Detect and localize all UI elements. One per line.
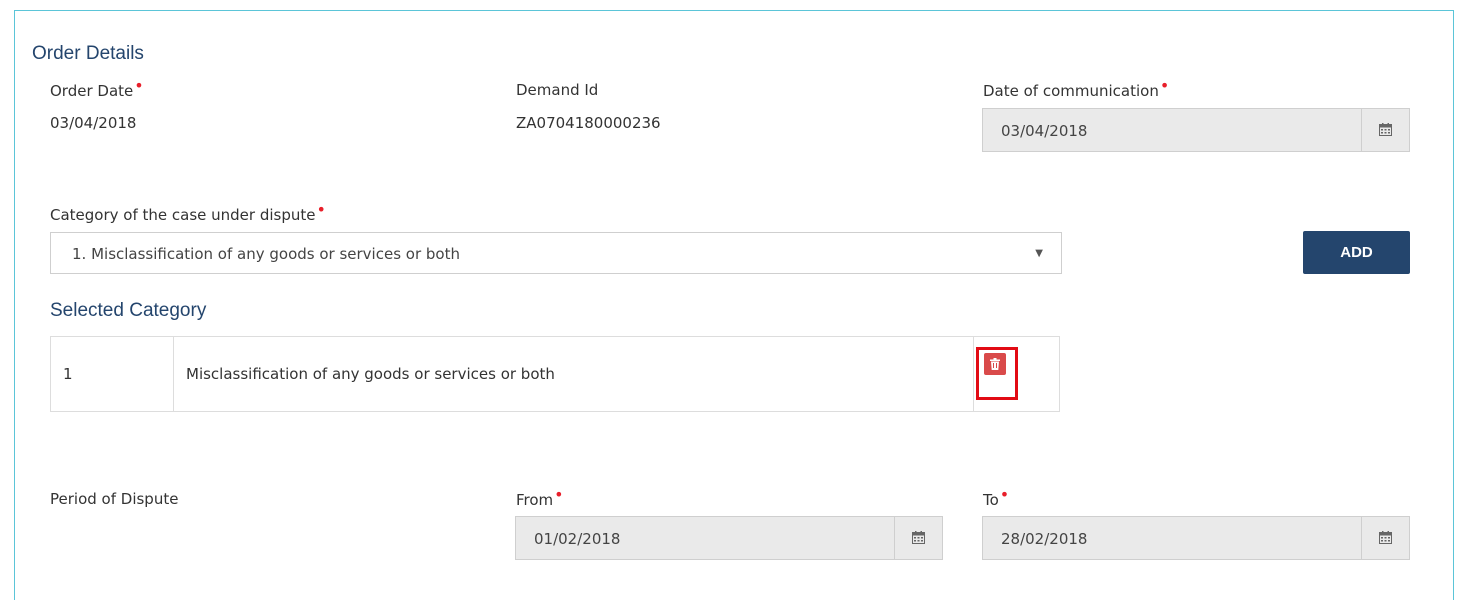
date-of-communication-field[interactable]: 03/04/2018 (982, 108, 1410, 152)
required-marker: • (1159, 76, 1170, 95)
demand-id-value: ZA0704180000236 (516, 114, 661, 132)
table-row: 1 Misclassification of any goods or serv… (50, 336, 1060, 412)
required-marker: • (316, 200, 326, 219)
date-of-communication-label: Date of communication• (983, 76, 1170, 100)
row-description: Misclassification of any goods or servic… (173, 336, 974, 412)
date-of-communication-value: 03/04/2018 (1001, 122, 1088, 140)
from-date-calendar-button[interactable] (894, 517, 942, 559)
required-marker: • (134, 76, 144, 95)
from-date-field[interactable]: 01/02/2018 (515, 516, 943, 560)
required-marker: • (554, 485, 564, 504)
from-label: From• (516, 485, 564, 509)
required-marker: • (999, 485, 1010, 504)
category-select[interactable]: 1. Misclassification of any goods or ser… (50, 232, 1062, 274)
calendar-icon (1379, 531, 1392, 544)
selected-category-table: 1 Misclassification of any goods or serv… (50, 336, 1060, 412)
to-date-calendar-button[interactable] (1361, 517, 1409, 559)
calendar-icon (1379, 123, 1392, 136)
category-selected-value: 1. Misclassification of any goods or ser… (72, 245, 460, 263)
trash-icon (990, 358, 1000, 370)
row-actions (973, 336, 1060, 412)
row-number: 1 (50, 336, 174, 412)
calendar-icon (912, 531, 925, 544)
order-details-heading: Order Details (32, 43, 144, 64)
order-details-panel (14, 10, 1454, 600)
order-date-label: Order Date• (50, 76, 144, 100)
to-date-value: 28/02/2018 (1001, 530, 1088, 548)
selected-category-heading: Selected Category (50, 300, 207, 321)
period-of-dispute-label: Period of Dispute (50, 490, 179, 508)
to-date-field[interactable]: 28/02/2018 (982, 516, 1410, 560)
to-label: To• (983, 485, 1010, 509)
order-date-value: 03/04/2018 (50, 114, 137, 132)
category-label: Category of the case under dispute• (50, 200, 326, 224)
from-date-value: 01/02/2018 (534, 530, 621, 548)
delete-category-button[interactable] (984, 353, 1006, 375)
caret-down-icon: ▼ (1035, 248, 1043, 259)
add-category-button[interactable]: ADD (1303, 231, 1410, 274)
demand-id-label: Demand Id (516, 81, 599, 99)
date-of-communication-calendar-button[interactable] (1361, 109, 1409, 151)
